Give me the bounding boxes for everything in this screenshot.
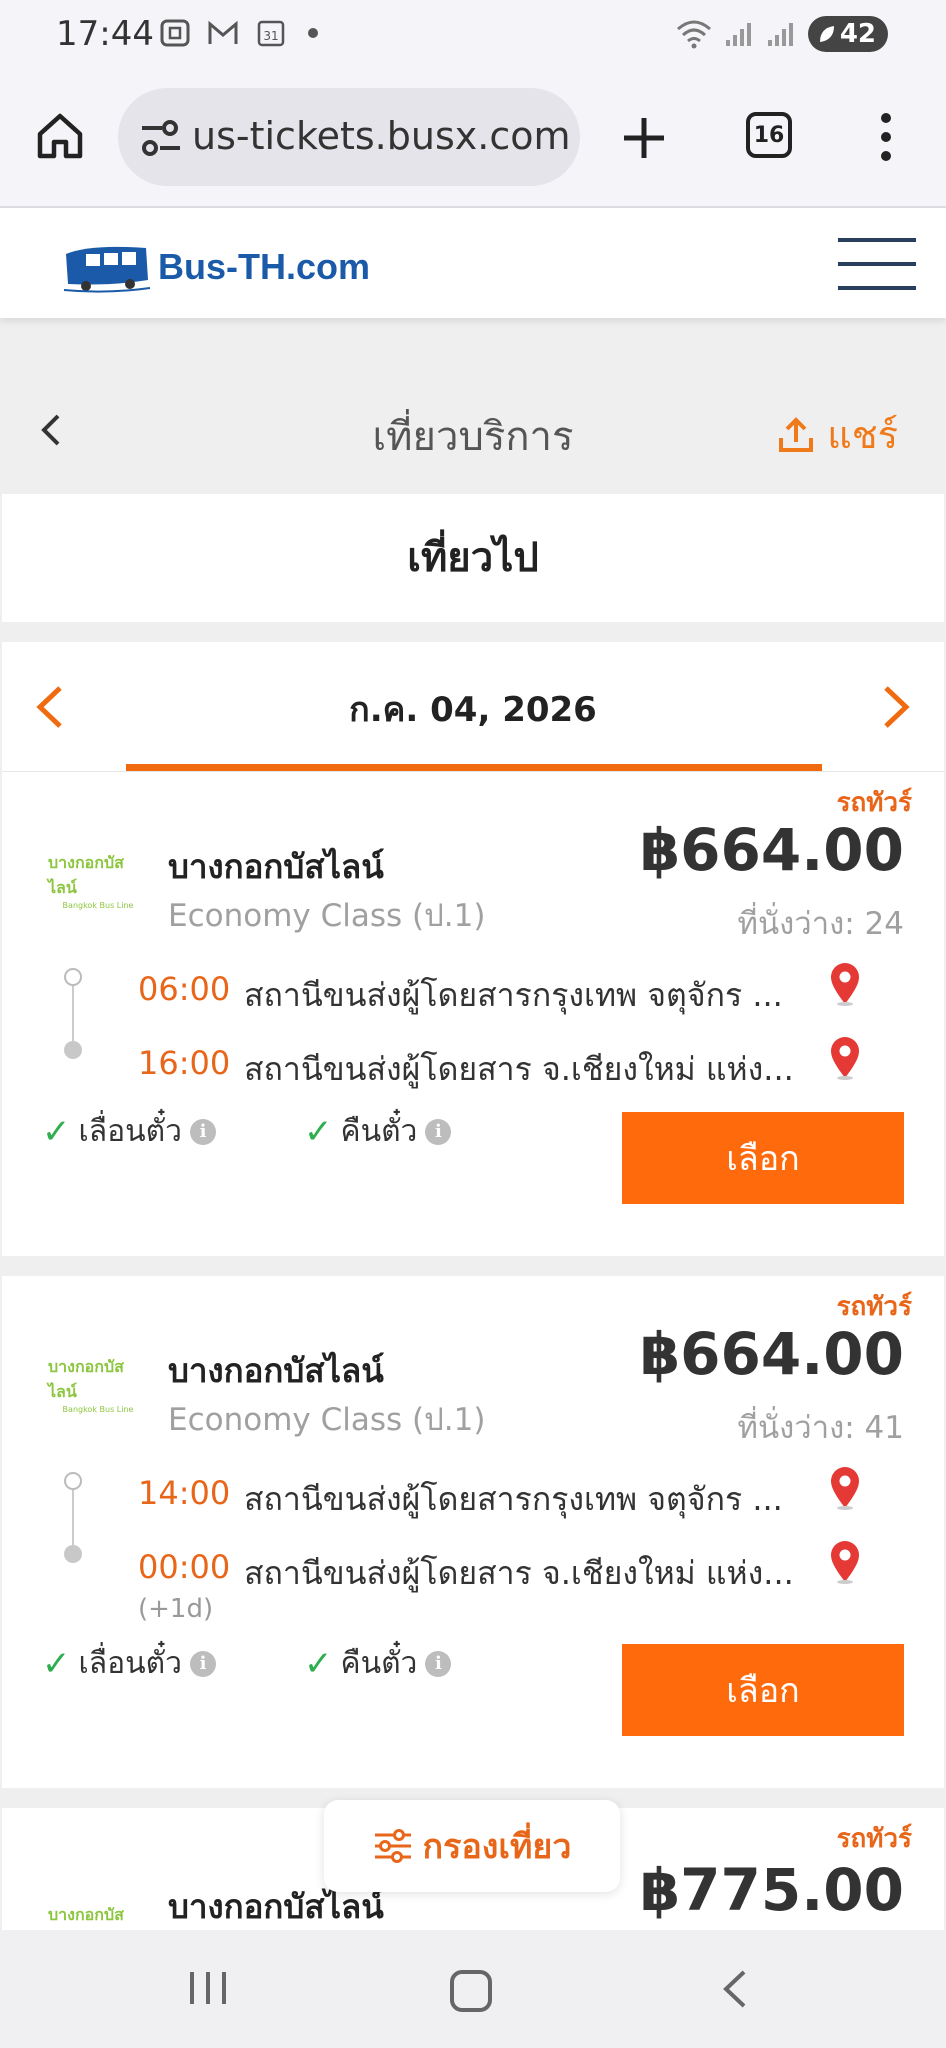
trip-card: รถทัวร์ บางกอกบัสไลน์ Bangkok Bus Line บ… (2, 1276, 944, 1788)
section-title: เที่ยวไป (407, 535, 539, 581)
battery-icon: 42 (807, 16, 888, 52)
operator-name: บางกอกบัสไลน์ (168, 847, 384, 886)
departure-dot (64, 1472, 82, 1490)
home-icon[interactable] (34, 110, 86, 162)
share-label: แชร์ (827, 413, 898, 457)
operator-logo: บางกอกบัสไลน์ Bangkok Bus Line (48, 1356, 134, 1414)
page-header: เที่ยวบริการ แชร์ (0, 370, 946, 490)
status-time: 17:44 (56, 14, 154, 54)
refund-feature: ✓ คืนตั๋ว i (304, 1640, 452, 1687)
route-line (72, 1481, 74, 1551)
map-pin-icon[interactable] (828, 1036, 862, 1080)
select-trip-button[interactable]: เลือก (622, 1644, 904, 1736)
bus-logo-icon[interactable] (60, 240, 152, 296)
status-bar: 17:44 31 42 (0, 0, 946, 72)
system-nav-bar (0, 1930, 946, 2048)
home-nav-icon[interactable] (450, 1970, 492, 2012)
info-icon[interactable]: i (190, 1650, 216, 1677)
date-selector: ก.ค. 04, 2026 (2, 642, 944, 772)
more-notifications-dot (308, 28, 318, 38)
share-button[interactable]: แชร์ (777, 404, 898, 465)
site-settings-icon[interactable] (140, 118, 182, 158)
info-icon[interactable]: i (425, 1118, 452, 1145)
departure-time: 06:00 (138, 970, 231, 1008)
arrival-stop: สถานีขนส่งผู้โดยสาร จ.เชียงใหม่ แห่ง... (244, 1050, 794, 1088)
tab-switcher-button[interactable]: 16 (746, 112, 792, 158)
arrival-time: 16:00 (138, 1044, 231, 1082)
arrival-dot (64, 1041, 82, 1059)
signal-icon-2 (767, 23, 793, 46)
trip-card: รถทัวร์ บางกอกบัสไลน์ Bangkok Bus Line บ… (2, 772, 944, 1256)
refund-feature: ✓ คืนตั๋ว i (304, 1108, 452, 1155)
more-menu-icon[interactable] (874, 112, 898, 162)
new-tab-icon[interactable] (616, 110, 672, 166)
calendar-day: 31 (263, 29, 278, 43)
departure-stop: สถานีขนส่งผู้โดยสารกรุงเทพ จตุจักร ... (244, 1480, 783, 1518)
screenshot-icon (158, 18, 192, 48)
info-icon[interactable]: i (425, 1650, 452, 1677)
selected-date: ก.ค. 04, 2026 (349, 690, 597, 730)
address-bar[interactable]: us-tickets.busx.com (118, 88, 580, 186)
check-icon: ✓ (42, 1111, 71, 1152)
bus-class: Economy Class (ป.1) (168, 1402, 486, 1438)
wifi-icon (676, 20, 711, 49)
next-day-indicator: (+1d) (138, 1594, 214, 1624)
check-icon: ✓ (304, 1111, 333, 1152)
site-logo-text[interactable]: Bus-TH.com (158, 246, 370, 288)
section-header: เที่ยวไป (2, 494, 944, 622)
url-text: us-tickets.busx.com (192, 114, 571, 158)
reschedule-feature: ✓ เลื่อนตั๋ว i (42, 1640, 216, 1687)
arrival-stop: สถานีขนส่งผู้โดยสาร จ.เชียงใหม่ แห่ง... (244, 1554, 794, 1592)
arrival-time: 00:00 (138, 1548, 231, 1586)
recent-apps-icon[interactable] (186, 1968, 230, 2008)
bus-class: Economy Class (ป.1) (168, 898, 486, 934)
check-icon: ✓ (42, 1643, 71, 1684)
date-active-indicator (126, 764, 822, 771)
info-icon[interactable]: i (190, 1118, 216, 1145)
seats-available: ที่นั่งว่าง: 41 (737, 1410, 904, 1446)
ticket-price: ฿664.00 (639, 1320, 904, 1388)
notification-icons: 31 (158, 18, 318, 48)
filter-label: กรองเที่ยว (422, 1827, 572, 1867)
arrival-dot (64, 1545, 82, 1563)
signal-icon (725, 23, 751, 46)
back-nav-icon[interactable] (720, 1968, 750, 2010)
route-line (72, 977, 74, 1047)
map-pin-icon[interactable] (828, 962, 862, 1006)
gmail-icon (206, 18, 240, 48)
operator-logo: บางกอกบัสไลน์ (48, 1905, 124, 1924)
reschedule-feature: ✓ เลื่อนตั๋ว i (42, 1108, 216, 1155)
select-trip-button[interactable]: เลือก (622, 1112, 904, 1204)
site-header: Bus-TH.com (0, 208, 946, 318)
check-icon: ✓ (304, 1643, 333, 1684)
departure-dot (64, 968, 82, 986)
hamburger-menu-icon[interactable] (838, 238, 916, 294)
operator-logo: บางกอกบัสไลน์ Bangkok Bus Line (48, 852, 134, 910)
map-pin-icon[interactable] (828, 1540, 862, 1584)
share-icon (779, 416, 814, 452)
filter-sliders-icon (374, 1829, 411, 1863)
ticket-price: ฿775.00 (639, 1856, 904, 1924)
filter-trips-button[interactable]: กรองเที่ยว (324, 1800, 620, 1892)
departure-stop: สถานีขนส่งผู้โดยสารกรุงเทพ จตุจักร ... (244, 976, 783, 1014)
ticket-price: ฿664.00 (639, 816, 904, 884)
next-date-icon[interactable] (880, 682, 914, 732)
departure-time: 14:00 (138, 1474, 231, 1512)
map-pin-icon[interactable] (828, 1466, 862, 1510)
calendar-icon: 31 (254, 18, 288, 48)
seats-available: ที่นั่งว่าง: 24 (737, 906, 904, 942)
system-icons: 42 (676, 16, 888, 52)
vehicle-type-tag: รถทัวร์ (836, 1824, 912, 1854)
operator-name: บางกอกบัสไลน์ (168, 1351, 384, 1390)
battery-level: 42 (839, 19, 876, 49)
browser-toolbar: us-tickets.busx.com 16 (0, 72, 946, 208)
